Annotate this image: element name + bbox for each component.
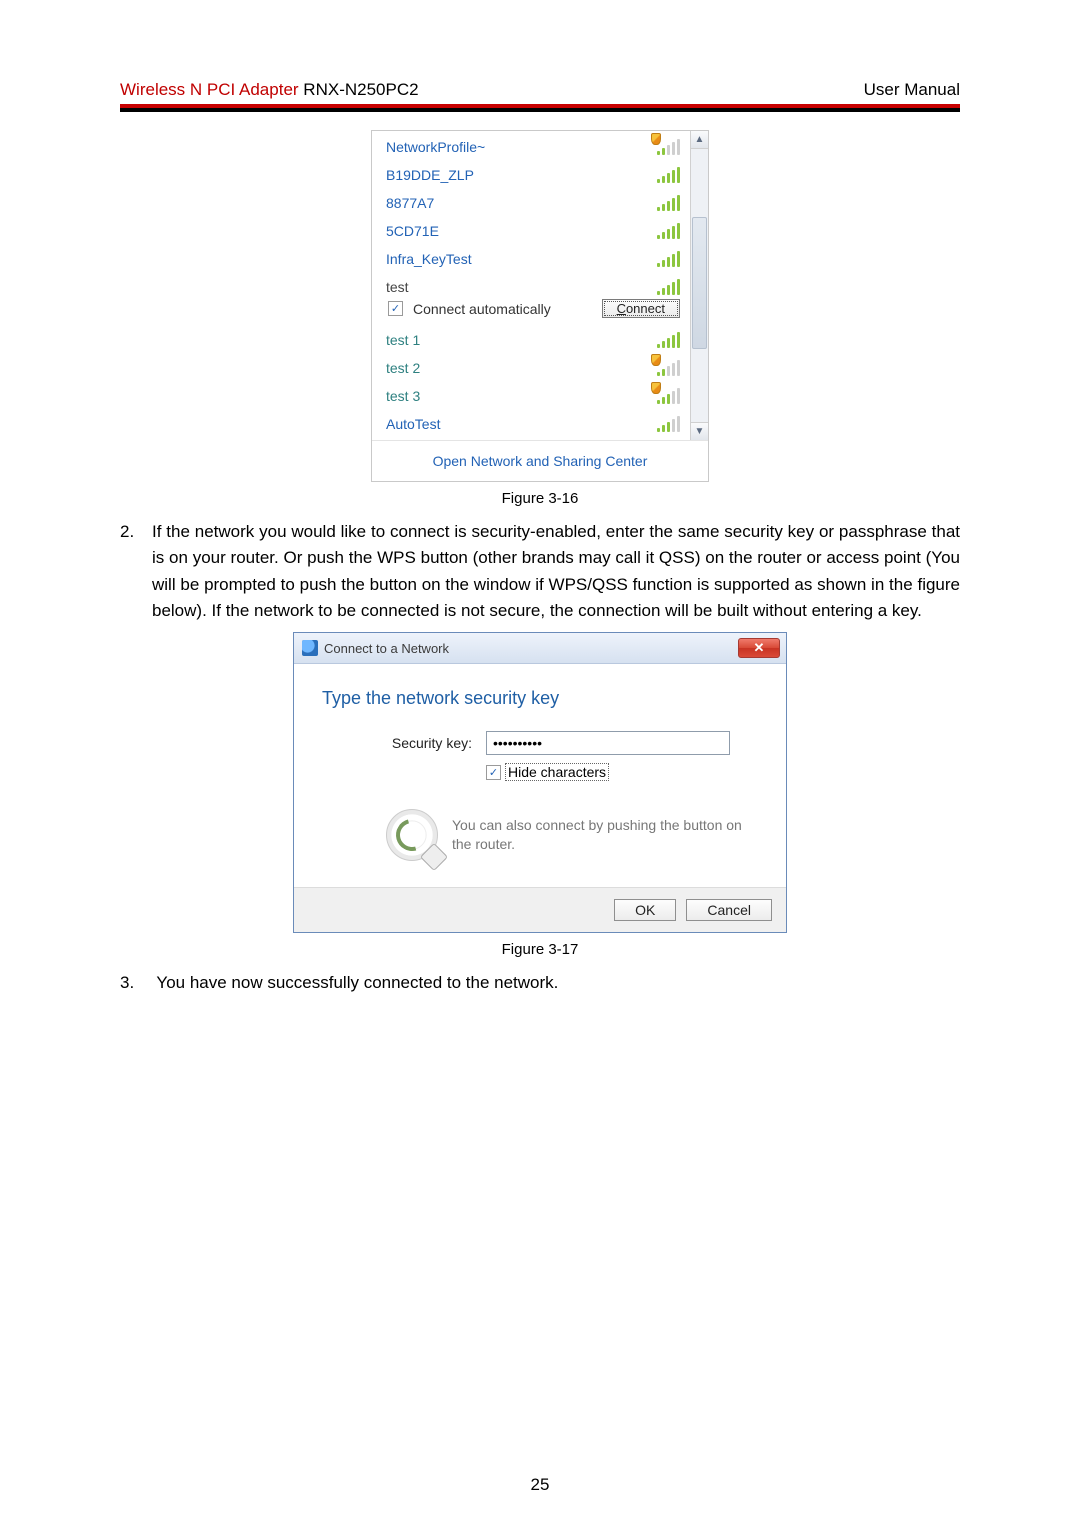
- security-key-label: Security key:: [322, 735, 486, 751]
- dialog-heading: Type the network security key: [322, 688, 758, 709]
- scroll-thumb[interactable]: [692, 217, 707, 349]
- signal-strength-icon: [657, 223, 680, 239]
- network-item[interactable]: Infra_KeyTest: [372, 245, 690, 273]
- wps-router-icon: [386, 809, 438, 861]
- scroll-down-arrow[interactable]: ▼: [691, 422, 708, 440]
- wps-hint-text: You can also connect by pushing the butt…: [452, 816, 758, 854]
- network-item[interactable]: test 2: [372, 354, 690, 382]
- signal-strength-icon: [657, 360, 680, 376]
- network-name: Infra_KeyTest: [386, 251, 651, 267]
- scroll-track[interactable]: [691, 149, 708, 422]
- figure-caption-1: Figure 3-16: [120, 490, 960, 507]
- signal-strength-icon: [657, 279, 680, 295]
- signal-strength-icon: [657, 416, 680, 432]
- figure-caption-2: Figure 3-17: [120, 941, 960, 958]
- header-accent: Wireless N PCI Adapter: [120, 80, 299, 99]
- wifi-network-flyout: NetworkProfile~ B19DDE_ZLP 8877A7 5CD71E Inf…: [371, 130, 709, 482]
- network-name: NetworkProfile~: [386, 139, 651, 155]
- connect-button[interactable]: Connect: [602, 299, 680, 318]
- network-icon: [302, 640, 318, 656]
- connect-network-dialog: Connect to a Network ✕ Type the network …: [293, 632, 787, 933]
- step-3-text: You have now successfully connected to t…: [156, 973, 558, 992]
- network-name: test 3: [386, 388, 651, 404]
- signal-strength-icon: [657, 388, 680, 404]
- close-button[interactable]: ✕: [738, 638, 780, 658]
- network-name: test 1: [386, 332, 651, 348]
- header-right: User Manual: [864, 80, 960, 100]
- shield-icon: [651, 382, 661, 394]
- network-item[interactable]: AutoTest: [372, 410, 690, 438]
- shield-icon: [651, 133, 661, 145]
- step-2-text: If the network you would like to connect…: [152, 519, 960, 624]
- network-name: test: [386, 279, 651, 295]
- dialog-button-bar: OK Cancel: [294, 887, 786, 932]
- dialog-title: Connect to a Network: [324, 641, 738, 656]
- hide-characters-checkbox[interactable]: ✓: [486, 765, 501, 780]
- open-network-sharing-link[interactable]: Open Network and Sharing Center: [433, 453, 648, 469]
- network-item-selected[interactable]: test: [372, 273, 690, 297]
- page-header: Wireless N PCI Adapter RNX-N250PC2 User …: [120, 80, 960, 104]
- signal-strength-icon: [657, 167, 680, 183]
- cancel-button[interactable]: Cancel: [686, 899, 772, 921]
- network-name: 5CD71E: [386, 223, 651, 239]
- scroll-up-arrow[interactable]: ▲: [691, 131, 708, 149]
- step-2: 2. If the network you would like to conn…: [120, 519, 960, 624]
- step-3: 3. You have now successfully connected t…: [120, 970, 960, 996]
- shield-icon: [651, 354, 661, 366]
- header-black-line: [120, 108, 960, 112]
- network-item[interactable]: B19DDE_ZLP: [372, 161, 690, 189]
- ok-button[interactable]: OK: [614, 899, 676, 921]
- connect-auto-checkbox[interactable]: ✓: [388, 301, 403, 316]
- scrollbar[interactable]: ▲ ▼: [690, 131, 708, 440]
- hide-characters-label[interactable]: Hide characters: [505, 763, 609, 781]
- network-item[interactable]: test 1: [372, 326, 690, 354]
- network-name: AutoTest: [386, 416, 651, 432]
- page-number: 25: [0, 1475, 1080, 1495]
- flyout-footer: Open Network and Sharing Center: [372, 440, 708, 481]
- dialog-titlebar: Connect to a Network ✕: [294, 633, 786, 664]
- network-list: NetworkProfile~ B19DDE_ZLP 8877A7 5CD71E Inf…: [372, 131, 690, 440]
- step-3-number: 3.: [120, 970, 152, 996]
- connect-auto-label[interactable]: Connect automatically: [413, 301, 551, 317]
- network-item[interactable]: NetworkProfile~: [372, 133, 690, 161]
- connect-panel: ✓ Connect automatically Connect: [388, 299, 680, 318]
- network-name: 8877A7: [386, 195, 651, 211]
- signal-strength-icon: [657, 195, 680, 211]
- network-name: B19DDE_ZLP: [386, 167, 651, 183]
- signal-strength-icon: [657, 139, 680, 155]
- step-2-number: 2.: [120, 519, 152, 545]
- network-item[interactable]: test 3: [372, 382, 690, 410]
- network-item[interactable]: 8877A7: [372, 189, 690, 217]
- signal-strength-icon: [657, 251, 680, 267]
- network-item[interactable]: 5CD71E: [372, 217, 690, 245]
- security-key-input[interactable]: [486, 731, 730, 755]
- network-name: test 2: [386, 360, 651, 376]
- header-model: RNX-N250PC2: [303, 80, 418, 99]
- signal-strength-icon: [657, 332, 680, 348]
